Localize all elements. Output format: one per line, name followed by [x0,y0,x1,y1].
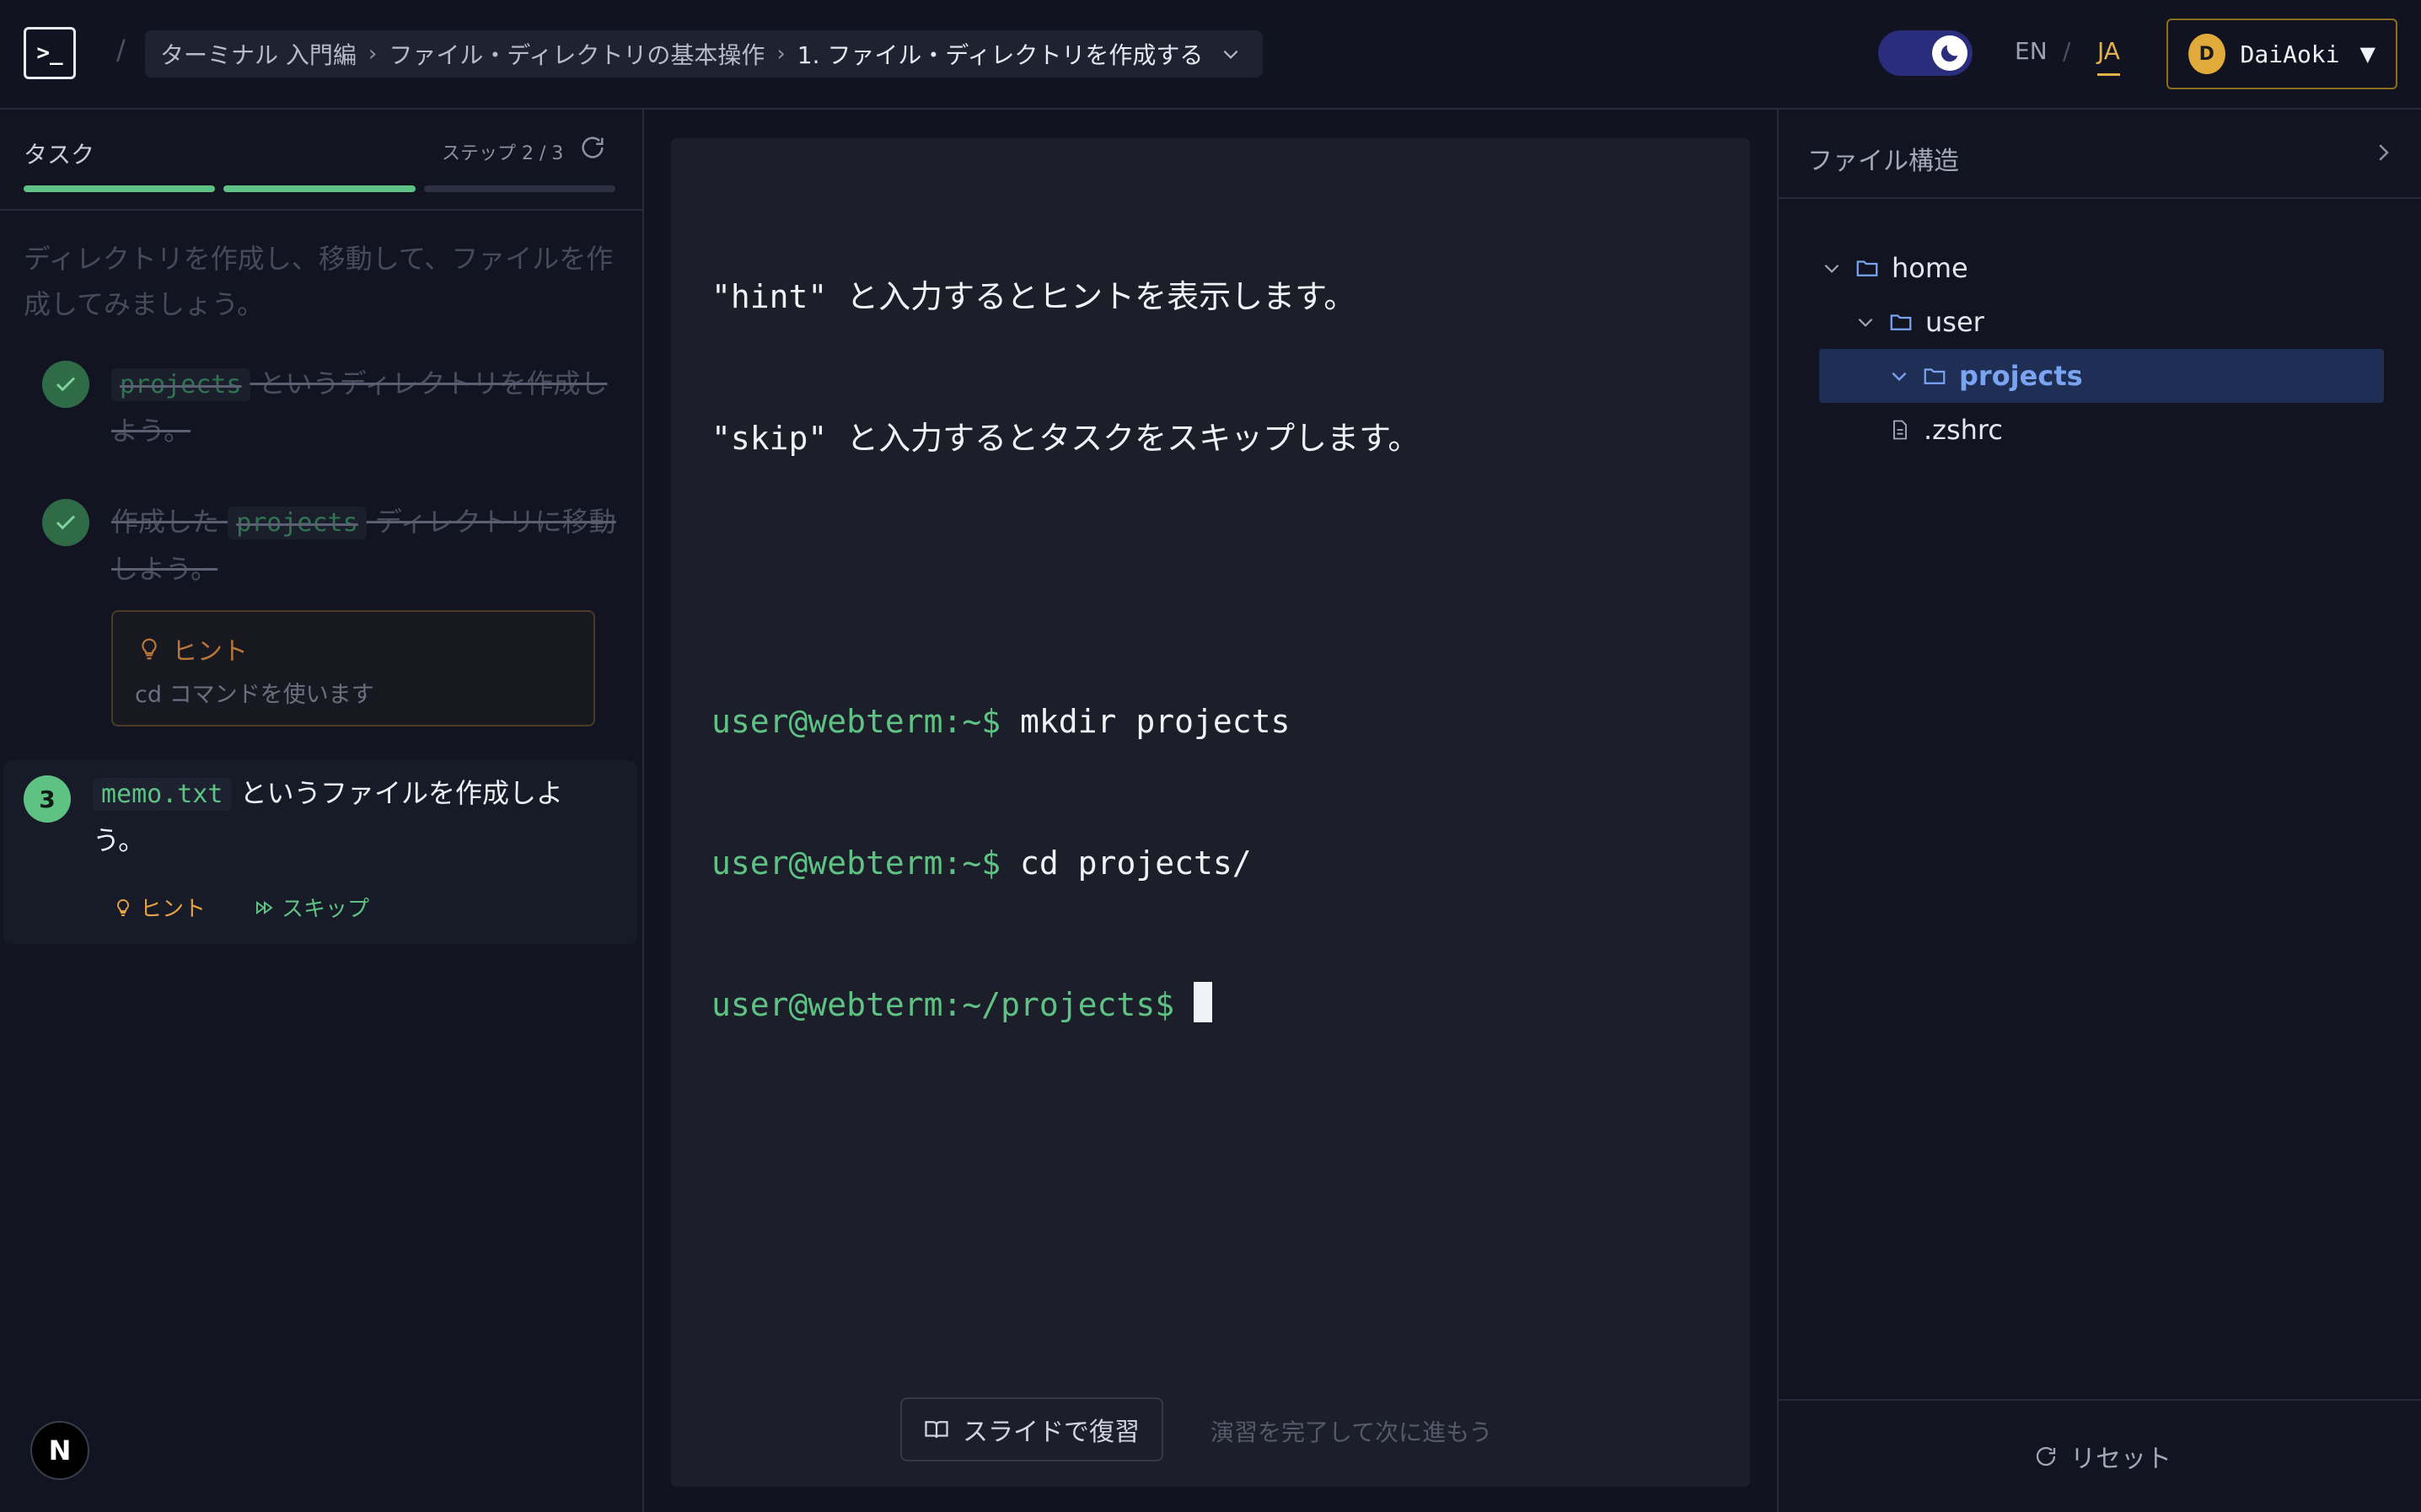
progress-segment [423,185,615,192]
chevron-down-icon[interactable] [1855,311,1876,333]
active-step: 3 memo.txt というファイルを作成しよう。 ヒント スキップ [3,760,637,944]
lang-ja[interactable]: JA [2097,37,2120,76]
terminal-prompt: user@webterm:~/projects$ [711,986,1175,1023]
step-3-code: memo.txt [93,778,232,811]
terminal-logo[interactable]: >_ [24,27,76,79]
divider [1779,1399,2421,1401]
user-name: DaiAoki [2240,40,2340,68]
moon-icon [1932,35,1967,71]
file-tree-title: ファイル構造 [1807,147,1959,176]
step-1-text: projects というディレクトリを作成しよう。 [111,361,617,453]
fast-forward-icon [256,900,273,914]
next-step-message: 演習を完了して次に進もう [1210,1418,1493,1446]
step-counter: ステップ 2 / 3 [442,143,564,164]
next-badge[interactable]: N [30,1421,89,1480]
lang-en[interactable]: EN [2015,37,2048,65]
skip-button[interactable]: スキップ [255,892,369,923]
terminal-output: "hint" と入力するとヒントを表示します。 "skip" と入力するとタスク… [711,179,1420,1123]
reset-button[interactable]: リセット [2033,1438,2171,1475]
breadcrumb-item-current[interactable]: 1. ファイル・ディレクトリを作成する [797,37,1204,71]
skip-button-label: スキップ [282,897,370,922]
lang-separator: / [2063,37,2071,65]
divider [0,209,642,211]
refresh-icon [2036,1446,2056,1466]
progress-segment [24,185,216,192]
hint-button[interactable]: ヒント [113,892,206,923]
top-header: >_ / ターミナル 入門編 › ファイル・ディレクトリの基本操作 › 1. フ… [0,0,2421,110]
terminal-command: cd projects/ [1001,844,1252,882]
terminal-input-line[interactable]: user@webterm:~/projects$ [711,981,1420,1028]
lightbulb-icon [142,638,157,660]
hint-title: ヒント [172,637,248,667]
terminal-prompt: user@webterm:~$ [711,703,1001,740]
terminal[interactable]: "hint" と入力するとヒントを表示します。 "skip" と入力するとタスク… [671,138,1750,1487]
step-2-text: 作成した projects ディレクトリに移動しよう。 [111,499,617,592]
breadcrumb-item-course[interactable]: ターミナル 入門編 [160,37,357,71]
theme-toggle[interactable] [1878,30,1973,76]
tree-node-label: .zshrc [1924,414,2003,446]
task-intro: ディレクトリを作成し、移動して、ファイルを作成してみましょう。 [24,243,614,320]
tree-node-user[interactable]: user [1855,295,1984,349]
hint-body: cd コマンドを使います [135,682,374,708]
tree-node-home[interactable]: home [1821,241,1968,295]
slide-review-label: スライドで復習 [963,1418,1140,1447]
check-icon [42,499,89,546]
refresh-icon[interactable] [578,133,607,162]
chevron-down-icon[interactable] [1888,365,1910,387]
divider [1779,197,2421,199]
step-3-text: memo.txt というファイルを作成しよう。 [93,770,615,863]
tree-node-label: home [1892,252,1968,284]
progress-segment [223,185,416,192]
caret-down-icon: ▼ [2359,42,2375,66]
tree-node-label: user [1925,306,1984,338]
breadcrumb[interactable]: ターミナル 入門編 › ファイル・ディレクトリの基本操作 › 1. ファイル・デ… [145,30,1263,78]
tree-node-projects[interactable]: projects [1819,349,2384,403]
avatar: D [2188,34,2225,74]
chevron-right-icon: › [776,41,786,67]
folder-icon [1924,368,1946,384]
lightbulb-icon [116,898,130,916]
task-title: タスク [24,141,95,169]
tree-node-label: projects [1959,360,2083,392]
task-panel: タスク ステップ 2 / 3 ディレクトリを作成し、移動して、ファイルを作成して… [0,110,644,1512]
check-icon [42,361,89,408]
folder-icon [1856,260,1878,276]
terminal-prompt: user@webterm:~$ [711,844,1001,882]
terminal-history-line: user@webterm:~$ mkdir projects [711,698,1420,745]
task-progress-bar [24,185,615,192]
chevron-down-icon[interactable] [1220,43,1242,65]
chevron-down-icon[interactable] [1821,257,1843,279]
breadcrumb-slash: / [116,34,126,66]
terminal-command: mkdir projects [1001,703,1291,740]
step-1-code: projects [111,368,250,401]
chevron-right-icon: › [368,41,378,67]
terminal-cursor [1193,982,1212,1022]
terminal-intro-line: "skip" と入力するとタスクをスキップします。 [711,420,1420,457]
hint-button-label: ヒント [140,897,207,922]
file-icon [1893,420,1907,440]
slide-review-button[interactable]: スライドで復習 [900,1397,1163,1461]
terminal-history-line: user@webterm:~$ cd projects/ [711,839,1420,887]
reset-label: リセット [2070,1445,2171,1474]
breadcrumb-item-section[interactable]: ファイル・ディレクトリの基本操作 [389,37,765,71]
step-2-code: projects [228,507,367,539]
chevron-right-icon[interactable] [2370,140,2396,165]
folder-icon [1890,314,1912,330]
hint-box: ヒント cd コマンドを使います [111,610,595,727]
step-number-badge: 3 [24,775,71,823]
terminal-intro-line: "hint" と入力するとヒントを表示します。 [711,278,1356,315]
file-tree-panel: ファイル構造 home user projects .zshrc リセット [1777,110,2421,1512]
step-2-prefix: 作成した [111,506,228,538]
user-menu-button[interactable]: D DaiAoki ▼ [2166,19,2397,89]
tree-node-zshrc[interactable]: .zshrc [1888,403,2003,457]
book-icon [925,1421,948,1439]
